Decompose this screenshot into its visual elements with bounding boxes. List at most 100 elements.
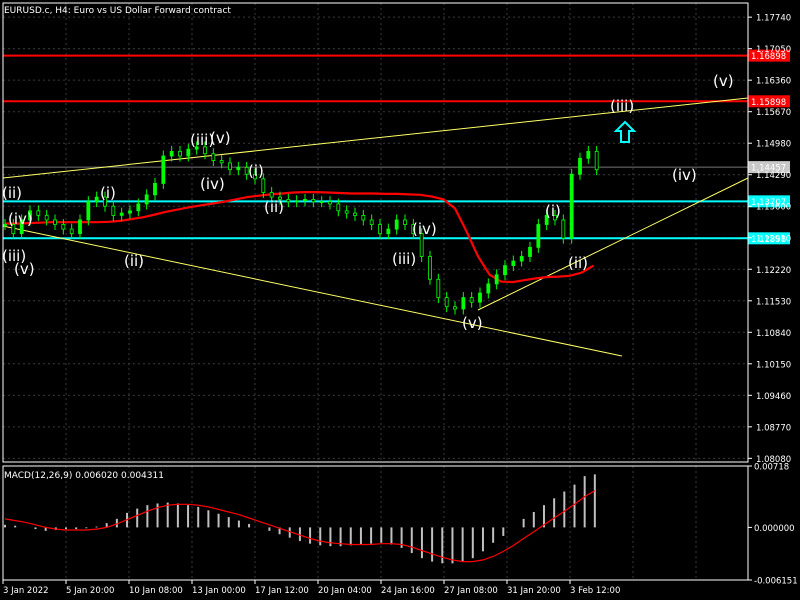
candle-body	[111, 205, 116, 216]
price-axis-label: 1.10150	[756, 360, 791, 370]
time-axis-label: 3 Jan 2022	[3, 586, 49, 596]
wave-label: (i)	[248, 162, 264, 180]
candle-body	[94, 196, 99, 203]
price-axis-label: 1.17050	[756, 45, 791, 55]
candle-body	[269, 192, 274, 198]
candle-body	[286, 198, 291, 203]
candle-body	[336, 203, 341, 212]
candle-body	[178, 151, 182, 157]
wave-label: (v)	[713, 72, 734, 90]
candle-body	[219, 160, 224, 164]
price-axis-label: 1.10840	[756, 329, 791, 339]
candle-body	[594, 151, 599, 171]
wave-label: (v)	[462, 314, 483, 332]
price-axis-label: 0.000000	[754, 524, 795, 534]
price-axis-label: 1.08770	[756, 423, 791, 433]
candle-body	[236, 167, 241, 171]
wave-label: (iv)	[200, 175, 225, 193]
wave-label: (v)	[14, 260, 35, 278]
candle-body	[494, 274, 499, 285]
wave-label: (iv)	[8, 210, 33, 228]
candle-body	[3, 224, 7, 226]
candle-body	[453, 306, 457, 310]
chart-title: EURUSD.c, H4: Euro vs US Dollar Forward …	[4, 6, 231, 16]
time-axis-label: 27 Jan 08:00	[444, 586, 498, 596]
candle-body	[511, 260, 516, 267]
wave-label: (iv)	[412, 220, 437, 238]
time-axis-label: 10 Jan 08:00	[129, 586, 183, 596]
price-axis-label: 1.16360	[756, 77, 791, 87]
candle-body	[136, 203, 141, 212]
macd-title: MACD(12,26,9) 0.006020 0.004311	[4, 471, 164, 481]
candle-body	[528, 246, 532, 257]
candle-body	[61, 224, 66, 230]
price-axis-label: 1.13600	[756, 203, 791, 213]
price-axis-label: 1.17740	[756, 14, 791, 24]
candle-body	[161, 155, 166, 184]
candle-body	[361, 214, 366, 221]
candle-body	[36, 210, 41, 216]
candle-body	[86, 201, 91, 221]
candle-body	[444, 297, 449, 308]
candle-body	[478, 292, 482, 303]
price-axis-label: 1.15670	[756, 108, 791, 118]
candle-body	[561, 219, 566, 239]
candle-body	[128, 210, 132, 214]
candle-body	[153, 183, 157, 196]
candle-body	[69, 228, 74, 235]
wave-label: (ii)	[124, 252, 144, 270]
candle-body	[519, 256, 524, 262]
candle-body	[44, 214, 49, 221]
price-axis-label: 1.14290	[756, 171, 791, 181]
price-axis-label: 1.11530	[756, 297, 791, 307]
candle-body	[328, 201, 332, 205]
price-axis-label: 1.08080	[756, 455, 791, 465]
candle-body	[403, 219, 407, 225]
time-axis-label: 13 Jan 00:00	[192, 586, 246, 596]
candle-body	[503, 265, 507, 276]
time-axis-label: 20 Jan 04:00	[318, 586, 372, 596]
candle-body	[394, 219, 399, 230]
candle-body	[144, 194, 149, 205]
candle-body	[228, 162, 232, 171]
candle-body	[303, 198, 307, 202]
price-axis-label: 1.12910	[756, 234, 791, 244]
time-axis-label: 17 Jan 12:00	[255, 586, 309, 596]
candle-body	[78, 219, 82, 235]
price-axis-label: 1.12220	[756, 266, 791, 276]
candle-body	[169, 151, 174, 157]
wave-label: (i)	[100, 184, 116, 202]
chart-window[interactable]: 1.168981.158981.137071.128981.14457 (ii)…	[0, 0, 800, 600]
candle-body	[311, 198, 316, 203]
candle-body	[119, 212, 124, 216]
candle-body	[578, 157, 582, 175]
candle-body	[461, 297, 466, 310]
wave-label: (ii)	[2, 184, 22, 202]
candle-body	[486, 283, 491, 294]
candle-body	[369, 219, 374, 225]
chart-background	[0, 0, 800, 600]
candle-body	[586, 151, 591, 159]
candle-body	[294, 200, 299, 203]
price-axis-label: 1.09460	[756, 392, 791, 402]
time-axis-label: 3 Feb 12:00	[570, 586, 620, 596]
candle-body	[378, 224, 382, 235]
time-axis-label: 5 Jan 20:00	[66, 586, 114, 596]
price-axis-label: 1.14980	[756, 140, 791, 150]
candle-body	[344, 210, 349, 214]
candle-body	[353, 212, 357, 216]
candle-body	[261, 178, 266, 193]
candle-body	[186, 148, 191, 157]
wave-label: (ii)	[264, 198, 284, 216]
candle-body	[53, 219, 57, 225]
candle-body	[211, 153, 216, 161]
price-level-label: 1.15898	[751, 98, 786, 108]
candle-body	[386, 228, 391, 235]
wave-label: (i)	[545, 202, 561, 220]
wave-label: (iv)	[672, 166, 697, 184]
time-axis-label: 24 Jan 16:00	[381, 586, 435, 596]
wave-label: (iii)	[392, 250, 416, 268]
candle-body	[436, 278, 441, 298]
candle-body	[319, 201, 324, 204]
time-axis-label: 31 Jan 20:00	[507, 586, 561, 596]
